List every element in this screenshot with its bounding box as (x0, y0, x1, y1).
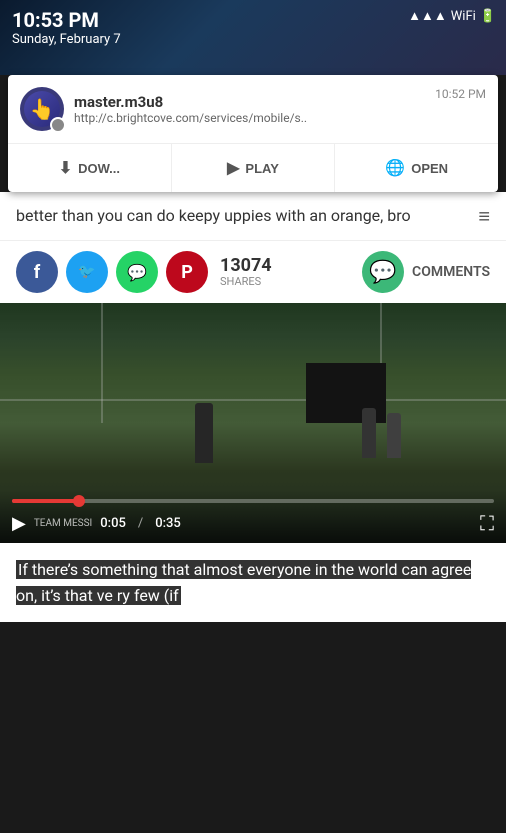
menu-icon[interactable]: ≡ (478, 204, 490, 229)
status-bar: 10:53 PM Sunday, February 7 ▲▲▲ WiFi 🔋 (0, 0, 506, 75)
article-text: better than you can do keepy uppies with… (16, 204, 490, 228)
notification-badge (50, 117, 66, 133)
progress-bar[interactable] (12, 499, 494, 503)
hand-pointer-icon: 👆 (30, 97, 55, 121)
download-icon: ⬇ (59, 158, 72, 178)
pinterest-icon: P (181, 262, 193, 283)
shares-label: SHARES (220, 275, 272, 288)
bottom-text-highlight: ry few (if (115, 586, 181, 605)
twitter-icon: 🐦 (78, 264, 95, 280)
fullscreen-button[interactable]: ⛶ (480, 511, 494, 535)
bottom-text-main: If there’s something that almost everyon… (16, 560, 471, 605)
time-separator: / (138, 516, 143, 531)
comments-button[interactable]: 💬 COMMENTS (362, 251, 490, 293)
twitter-share-button[interactable]: 🐦 (66, 251, 108, 293)
whatsapp-share-button[interactable]: 💬 (116, 251, 158, 293)
channel-label: TEAM MESSI (34, 518, 92, 529)
notification-actions: ⬇ DOW... ▶ PLAY 🌐 OPEN (8, 143, 498, 192)
play-button[interactable]: ▶ PLAY (172, 144, 336, 192)
open-button[interactable]: 🌐 OPEN (335, 144, 498, 192)
bottom-article-text: If there’s something that almost everyon… (16, 557, 490, 608)
download-label: DOW... (78, 161, 120, 176)
open-label: OPEN (411, 161, 448, 176)
article-content: ≡ better than you can do keepy uppies wi… (0, 192, 506, 240)
whatsapp-icon: 💬 (127, 263, 147, 282)
notification-time: 10:52 PM (435, 87, 486, 101)
play-label: PLAY (245, 161, 278, 176)
pinterest-share-button[interactable]: P (166, 251, 208, 293)
app-icon: 👆 (20, 87, 64, 131)
notification-url: http://c.brightcove.com/services/mobile/… (74, 111, 354, 125)
current-time: 0:05 (100, 516, 126, 531)
video-player[interactable]: ▶ TEAM MESSI 0:05 / 0:35 ⛶ (0, 303, 506, 543)
progress-fill (12, 499, 79, 503)
social-bar: f 🐦 💬 P 13074 SHARES 💬 COMMENTS (0, 240, 506, 303)
progress-dot (73, 495, 85, 507)
play-icon: ▶ (227, 158, 239, 178)
facebook-share-button[interactable]: f (16, 251, 58, 293)
facebook-icon: f (34, 262, 40, 283)
status-time: 10:53 PM (12, 8, 494, 32)
comments-label: COMMENTS (412, 264, 490, 280)
comment-icon: 💬 (362, 251, 404, 293)
globe-icon: 🌐 (385, 158, 405, 178)
bottom-article: If there’s something that almost everyon… (0, 543, 506, 622)
status-date: Sunday, February 7 (12, 32, 494, 47)
total-time: 0:35 (155, 516, 181, 531)
notification-card: 👆 master.m3u8 http://c.brightcove.com/se… (8, 75, 498, 192)
notification-app-name: master.m3u8 (74, 93, 425, 111)
video-play-button[interactable]: ▶ (12, 513, 26, 534)
shares-count: 13074 (220, 257, 272, 275)
shares-block: 13074 SHARES (220, 257, 272, 288)
download-button[interactable]: ⬇ DOW... (8, 144, 172, 192)
video-controls: ▶ TEAM MESSI 0:05 / 0:35 ⛶ (0, 491, 506, 543)
